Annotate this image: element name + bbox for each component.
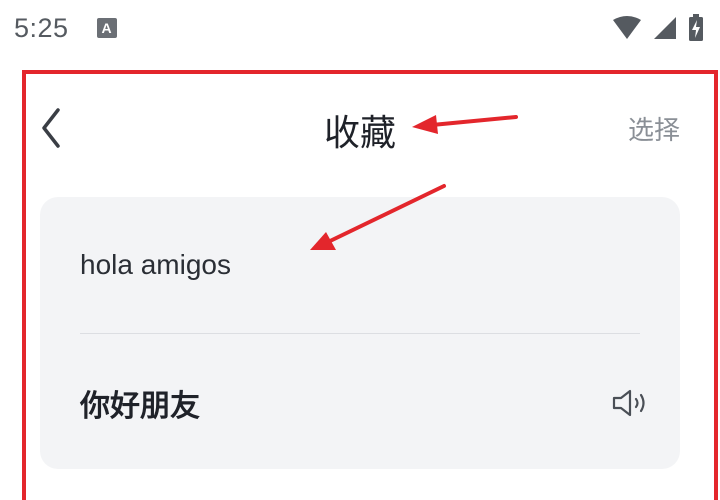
status-right — [612, 14, 704, 42]
card-divider — [80, 333, 640, 334]
cellular-signal-icon — [654, 17, 676, 39]
notification-app-icon: A — [96, 18, 117, 38]
page-title: 收藏 — [323, 113, 396, 154]
wifi-icon — [613, 16, 641, 39]
favorite-card[interactable]: hola amigos 你好朋友 — [40, 197, 680, 469]
select-button[interactable]: 选择 — [628, 110, 680, 147]
status-left: 5:25 A — [14, 13, 117, 44]
status-time: 5:25 — [14, 12, 69, 43]
status-bar: 5:25 A — [0, 0, 720, 56]
speaker-icon[interactable] — [610, 387, 650, 419]
favorite-source-text: hola amigos — [80, 249, 231, 280]
battery-charging-icon — [689, 14, 703, 41]
favorite-translation-text: 你好朋友 — [80, 389, 200, 424]
